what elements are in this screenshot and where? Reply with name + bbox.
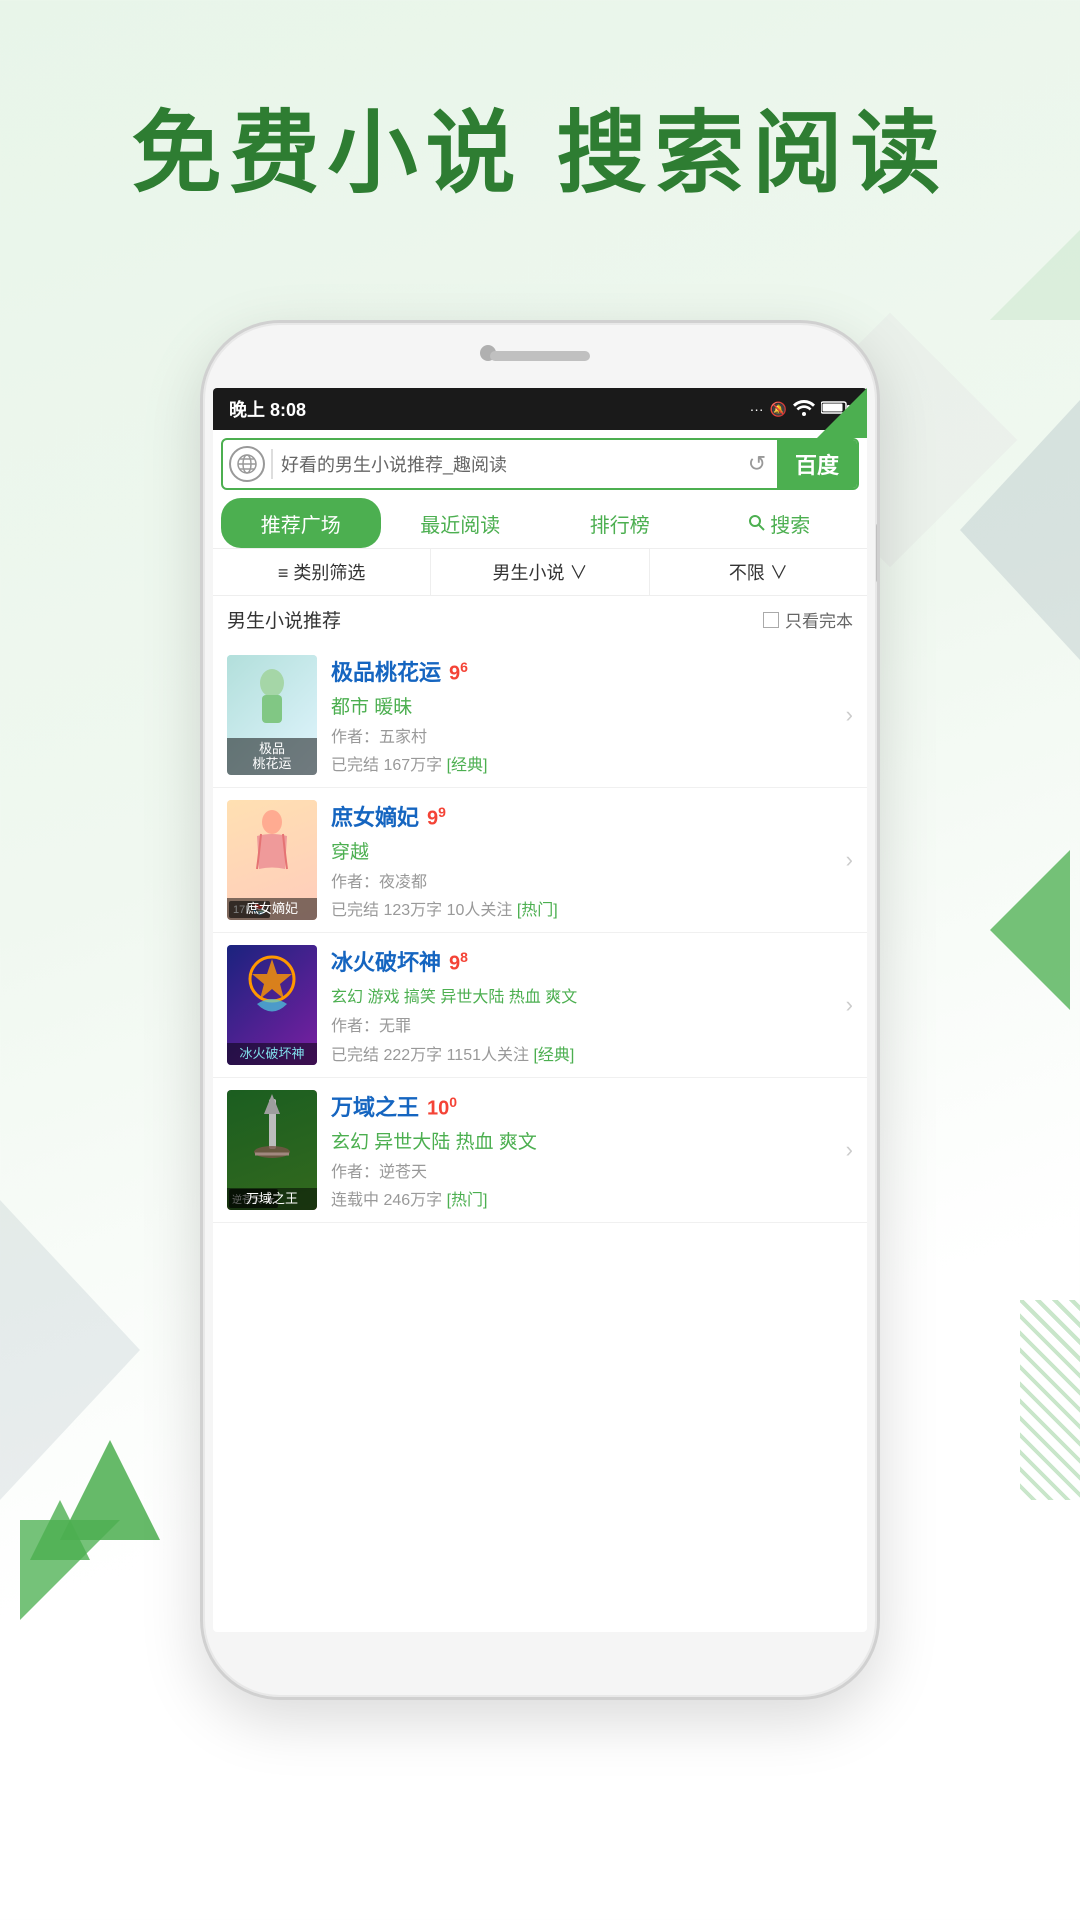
wifi-icon <box>793 400 815 419</box>
book-meta-4: 作者：逆苍天 <box>331 1158 853 1182</box>
phone-speaker <box>490 351 590 361</box>
status-bar: 晚上 8:08 ··· 🔕 <box>213 388 867 430</box>
section-title: 男生小说推荐 <box>227 606 341 633</box>
search-divider <box>271 449 273 479</box>
search-icon <box>748 514 766 532</box>
book-rating-2: 99 <box>427 804 446 831</box>
tab-search-label: 搜索 <box>770 509 810 538</box>
filter-limit-label: 不限 ∨ <box>729 559 788 585</box>
only-complete-label: 只看完本 <box>785 607 853 632</box>
book-title-1: 极品桃花运 <box>331 655 441 687</box>
tab-recent-label: 最近阅读 <box>420 509 500 538</box>
book-info-4: 万域之王 100 玄幻 异世大陆 热血 爽文 作者：逆苍天 连载中 246万字 … <box>331 1090 853 1210</box>
tab-ranking[interactable]: 排行榜 <box>540 498 700 548</box>
book-rating-1: 96 <box>449 659 468 686</box>
bg-decoration-4 <box>1020 1300 1080 1500</box>
book-arrow-1: › <box>846 702 853 728</box>
book-cover-3: 冰火破坏神 <box>227 945 317 1065</box>
green-triangle-left <box>60 1440 160 1540</box>
green-triangle-right <box>990 850 1070 1010</box>
book-genre-2: 穿越 <box>331 837 853 864</box>
book-cover-text-1: 极品桃花运 <box>227 738 317 775</box>
book-item-4[interactable]: 逆苍天 ★ 万域之王 万域之王 100 玄幻 异世大陆 热血 爽文 作者：逆苍天 <box>213 1078 867 1223</box>
book-cover-2: 17K📚 庶女嫡妃 <box>227 800 317 920</box>
signal-icon: ··· <box>750 401 764 417</box>
book-stats-3: 已完结 222万字 1151人关注 [经典] <box>331 1041 853 1065</box>
phone-mockup: 晚上 8:08 ··· 🔕 <box>200 320 880 1700</box>
book-stats-4: 连载中 246万字 [热门] <box>331 1186 853 1210</box>
only-complete-checkbox[interactable] <box>763 612 779 628</box>
book-list: 极品桃花运 极品桃花运 96 都市 暖昧 作者：五家村 <box>213 643 867 1223</box>
search-bar[interactable]: 好看的男生小说推荐_趣阅读 ↺ 百度 <box>221 438 859 490</box>
book-cover-4: 逆苍天 ★ 万域之王 <box>227 1090 317 1210</box>
book-genre-3: 玄幻 游戏 搞笑 异世大陆 热血 爽文 <box>331 983 853 1007</box>
phone-button <box>876 523 880 583</box>
status-time: 晚上 8:08 <box>229 396 306 422</box>
book-meta-3: 作者：无罪 <box>331 1012 853 1036</box>
book-cover-text-2: 庶女嫡妃 <box>227 898 317 920</box>
book-genre-1: 都市 暖昧 <box>331 692 853 719</box>
book-item-1[interactable]: 极品桃花运 极品桃花运 96 都市 暖昧 作者：五家村 <box>213 643 867 788</box>
bg-svg-right <box>960 400 1080 660</box>
book-genre-4: 玄幻 异世大陆 热血 爽文 <box>331 1127 853 1154</box>
book-stats-2: 已完结 123万字 10人关注 [热门] <box>331 896 853 920</box>
book-rating-3: 98 <box>449 949 468 976</box>
book-info-2: 庶女嫡妃 99 穿越 作者：夜凌都 已完结 123万字 10人关注 [热门] <box>331 800 853 920</box>
book-cover-text-3: 冰火破坏神 <box>227 1043 317 1065</box>
mute-icon: 🔕 <box>770 401 787 418</box>
book-arrow-2: › <box>846 847 853 873</box>
book-info-1: 极品桃花运 96 都市 暖昧 作者：五家村 已完结 167万字 [经典] <box>331 655 853 775</box>
book-info-3: 冰火破坏神 98 玄幻 游戏 搞笑 异世大陆 热血 爽文 作者：无罪 已完结 2… <box>331 945 853 1065</box>
book-title-2: 庶女嫡妃 <box>331 800 419 832</box>
book-cover-text-4: 万域之王 <box>227 1188 317 1210</box>
section-header: 男生小说推荐 只看完本 <box>213 596 867 643</box>
tab-recommended[interactable]: 推荐广场 <box>221 498 381 548</box>
book-meta-1: 作者：五家村 <box>331 723 853 747</box>
filter-type-label: 男生小说 ∨ <box>492 559 587 585</box>
filter-category-label: ≡ 类别筛选 <box>278 559 366 585</box>
book-cover-1: 极品桃花运 <box>227 655 317 775</box>
search-text: 好看的男生小说推荐_趣阅读 <box>281 451 737 477</box>
book-arrow-3: › <box>846 992 853 1018</box>
baidu-button[interactable]: 百度 <box>777 440 857 488</box>
book-rating-4: 100 <box>427 1094 457 1121</box>
refresh-button[interactable]: ↺ <box>737 444 777 484</box>
tab-recommended-label: 推荐广场 <box>261 509 341 538</box>
filter-limit[interactable]: 不限 ∨ <box>650 549 867 595</box>
phone-screen: 晚上 8:08 ··· 🔕 <box>213 388 867 1632</box>
filter-category[interactable]: ≡ 类别筛选 <box>213 549 431 595</box>
book-title-3: 冰火破坏神 <box>331 945 441 977</box>
nav-tabs: 推荐广场 最近阅读 排行榜 搜索 <box>213 498 867 549</box>
page-title: 免费小说 搜索阅读 <box>0 80 1080 210</box>
book-arrow-4: › <box>846 1137 853 1163</box>
only-complete-toggle[interactable]: 只看完本 <box>763 607 853 632</box>
bg-decoration-1 <box>990 200 1080 320</box>
book-stats-1: 已完结 167万字 [经典] <box>331 751 853 775</box>
phone-accent <box>817 388 867 438</box>
tab-ranking-label: 排行榜 <box>590 509 650 538</box>
tab-search[interactable]: 搜索 <box>700 498 860 548</box>
globe-icon <box>229 446 265 482</box>
book-title-4: 万域之王 <box>331 1090 419 1122</box>
filter-bar: ≡ 类别筛选 男生小说 ∨ 不限 ∨ <box>213 549 867 596</box>
book-meta-2: 作者：夜凌都 <box>331 868 853 892</box>
tab-recent[interactable]: 最近阅读 <box>381 498 541 548</box>
book-item-2[interactable]: 17K📚 庶女嫡妃 庶女嫡妃 99 穿越 作者：夜凌都 <box>213 788 867 933</box>
filter-type[interactable]: 男生小说 ∨ <box>431 549 649 595</box>
phone-outer: 晚上 8:08 ··· 🔕 <box>200 320 880 1700</box>
book-item-3[interactable]: 冰火破坏神 冰火破坏神 98 玄幻 游戏 搞笑 异世大陆 热血 爽文 作者：无罪 <box>213 933 867 1078</box>
